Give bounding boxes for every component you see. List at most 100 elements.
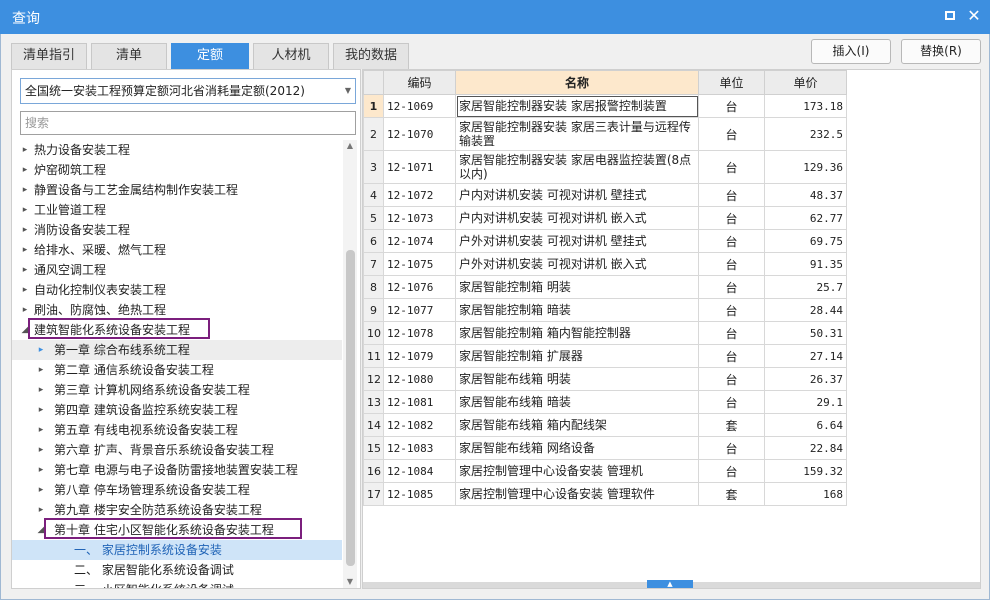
cell-unit[interactable]: 套 <box>698 482 765 506</box>
tab-quota[interactable]: 定额 <box>171 43 249 69</box>
table-row[interactable]: 16 12-1084 家居控制管理中心设备安装 管理机台 159.32 <box>363 459 847 483</box>
tree-item[interactable]: ▸ 刷油、防腐蚀、绝热工程 <box>12 300 342 320</box>
cell-price[interactable]: 29.1 <box>764 390 847 414</box>
table-row[interactable]: 2 12-1070 家居智能控制器安装 家居三表计量与远程传输装置台 232.5 <box>363 117 847 151</box>
cell-unit[interactable]: 台 <box>698 183 765 207</box>
expand-caret-icon[interactable]: ▸ <box>20 180 30 200</box>
expand-caret-icon[interactable]: ▸ <box>36 400 46 420</box>
table-row[interactable]: 1 12-1069 家居智能控制器安装 家居报警控制装置台 173.18 <box>363 94 847 118</box>
tree-item[interactable]: ▸ 第四章 建筑设备监控系统安装工程 <box>12 400 342 420</box>
maximize-button[interactable] <box>942 8 958 24</box>
cell-price[interactable]: 28.44 <box>764 298 847 322</box>
tree-item[interactable]: ▸ 静置设备与工艺金属结构制作安装工程 <box>12 180 342 200</box>
tree-item[interactable]: ▸ 自动化控制仪表安装工程 <box>12 280 342 300</box>
cell-unit[interactable]: 台 <box>698 367 765 391</box>
tree-item[interactable]: ▸ 第二章 通信系统设备安装工程 <box>12 360 342 380</box>
expand-caret-icon[interactable]: ▸ <box>20 160 30 180</box>
cell-unit[interactable]: 台 <box>698 229 765 253</box>
expand-caret-icon[interactable]: ▸ <box>20 220 30 240</box>
cell-price[interactable]: 159.32 <box>764 459 847 483</box>
column-header-price[interactable]: 单价 <box>764 70 847 95</box>
column-header-name[interactable]: 名称 <box>455 70 699 95</box>
insert-button[interactable]: 插入(I) <box>811 39 891 64</box>
table-row[interactable]: 15 12-1083 家居智能布线箱 网络设备台 22.84 <box>363 436 847 460</box>
table-row[interactable]: 7 12-1075 户外对讲机安装 可视对讲机 嵌入式台 91.35 <box>363 252 847 276</box>
cell-name[interactable]: 户内对讲机安装 可视对讲机 壁挂式 <box>455 183 699 207</box>
cell-price[interactable]: 27.14 <box>764 344 847 368</box>
cell-price[interactable]: 25.7 <box>764 275 847 299</box>
cell-name[interactable]: 家居智能控制箱 明装 <box>455 275 699 299</box>
cell-name[interactable]: 家居智能布线箱 暗装 <box>455 390 699 414</box>
table-row[interactable]: 13 12-1081 家居智能布线箱 暗装台 29.1 <box>363 390 847 414</box>
cell-name[interactable]: 家居智能控制箱 扩展器 <box>455 344 699 368</box>
cell-code[interactable]: 12-1073 <box>383 206 456 230</box>
cell-code[interactable]: 12-1084 <box>383 459 456 483</box>
tree-scrollbar[interactable]: ▲ ▼ <box>343 140 357 588</box>
cell-unit[interactable]: 台 <box>698 321 765 345</box>
cell-code[interactable]: 12-1075 <box>383 252 456 276</box>
tree-item[interactable]: 三、 小区智能化系统设备调试 <box>12 580 342 588</box>
cell-code[interactable]: 12-1076 <box>383 275 456 299</box>
cell-name[interactable]: 家居智能布线箱 明装 <box>455 367 699 391</box>
table-row[interactable]: 12 12-1080 家居智能布线箱 明装台 26.37 <box>363 367 847 391</box>
tab-materials[interactable]: 人材机 <box>253 43 329 69</box>
table-row[interactable]: 4 12-1072 户内对讲机安装 可视对讲机 壁挂式台 48.37 <box>363 183 847 207</box>
cell-unit[interactable]: 台 <box>698 117 765 151</box>
close-button[interactable]: ✕ <box>966 8 982 24</box>
table-row[interactable]: 6 12-1074 户外对讲机安装 可视对讲机 壁挂式台 69.75 <box>363 229 847 253</box>
expand-caret-icon[interactable]: ▸ <box>36 360 46 380</box>
table-row[interactable]: 10 12-1078 家居智能控制箱 箱内智能控制器台 50.31 <box>363 321 847 345</box>
scroll-down-icon[interactable]: ▼ <box>343 576 357 588</box>
cell-name[interactable]: 家居控制管理中心设备安装 管理机 <box>455 459 699 483</box>
cell-price[interactable]: 129.36 <box>764 150 847 184</box>
collapse-handle-icon[interactable]: ▲ <box>647 580 693 588</box>
cell-unit[interactable]: 台 <box>698 275 765 299</box>
cell-name[interactable]: 家居智能控制器安装 家居报警控制装置 <box>455 94 699 118</box>
cell-price[interactable]: 6.64 <box>764 413 847 437</box>
cell-name[interactable]: 家居控制管理中心设备安装 管理软件 <box>455 482 699 506</box>
cell-price[interactable]: 48.37 <box>764 183 847 207</box>
tree-item[interactable]: ▸ 第七章 电源与电子设备防雷接地装置安装工程 <box>12 460 342 480</box>
cell-unit[interactable]: 台 <box>698 298 765 322</box>
cell-code[interactable]: 12-1071 <box>383 150 456 184</box>
tree-item[interactable]: 一、 家居控制系统设备安装 <box>12 540 342 560</box>
cell-code[interactable]: 12-1082 <box>383 413 456 437</box>
cell-unit[interactable]: 套 <box>698 413 765 437</box>
expand-caret-icon[interactable]: ▸ <box>36 480 46 500</box>
cell-unit[interactable]: 台 <box>698 206 765 230</box>
cell-unit[interactable]: 台 <box>698 390 765 414</box>
cell-unit[interactable]: 台 <box>698 150 765 184</box>
cell-unit[interactable]: 台 <box>698 252 765 276</box>
cell-name[interactable]: 家居智能布线箱 箱内配线架 <box>455 413 699 437</box>
tree-item[interactable]: ▸ 第一章 综合布线系统工程 <box>12 340 342 360</box>
cell-price[interactable]: 69.75 <box>764 229 847 253</box>
cell-code[interactable]: 12-1072 <box>383 183 456 207</box>
tab-bill-guide[interactable]: 清单指引 <box>11 43 87 69</box>
cell-name[interactable]: 户外对讲机安装 可视对讲机 嵌入式 <box>455 252 699 276</box>
cell-name[interactable]: 户外对讲机安装 可视对讲机 壁挂式 <box>455 229 699 253</box>
cell-price[interactable]: 232.5 <box>764 117 847 151</box>
table-row[interactable]: 17 12-1085 家居控制管理中心设备安装 管理软件套 168 <box>363 482 847 506</box>
scroll-up-icon[interactable]: ▲ <box>343 140 357 152</box>
cell-name[interactable]: 家居智能控制箱 暗装 <box>455 298 699 322</box>
cell-code[interactable]: 12-1085 <box>383 482 456 506</box>
table-row[interactable]: 9 12-1077 家居智能控制箱 暗装台 28.44 <box>363 298 847 322</box>
tree-item[interactable]: ◢ 建筑智能化系统设备安装工程 <box>12 320 342 340</box>
expand-caret-icon[interactable]: ▸ <box>20 140 30 160</box>
table-row[interactable]: 3 12-1071 家居智能控制器安装 家居电器监控装置(8点以内) 台 129.36 <box>363 150 847 184</box>
expand-caret-icon[interactable]: ▸ <box>36 340 46 360</box>
cell-code[interactable]: 12-1070 <box>383 117 456 151</box>
cell-price[interactable]: 168 <box>764 482 847 506</box>
cell-unit[interactable]: 台 <box>698 459 765 483</box>
tree-item[interactable]: ▸ 工业管道工程 <box>12 200 342 220</box>
cell-code[interactable]: 12-1081 <box>383 390 456 414</box>
cell-code[interactable]: 12-1079 <box>383 344 456 368</box>
replace-button[interactable]: 替换(R) <box>901 39 981 64</box>
search-input[interactable] <box>20 111 356 135</box>
cell-name[interactable]: 家居智能控制箱 箱内智能控制器 <box>455 321 699 345</box>
column-header-unit[interactable]: 单位 <box>698 70 765 95</box>
expand-caret-icon[interactable]: ▸ <box>36 380 46 400</box>
tab-bill[interactable]: 清单 <box>91 43 167 69</box>
cell-code[interactable]: 12-1069 <box>383 94 456 118</box>
tree-item[interactable]: ▸ 第三章 计算机网络系统设备安装工程 <box>12 380 342 400</box>
